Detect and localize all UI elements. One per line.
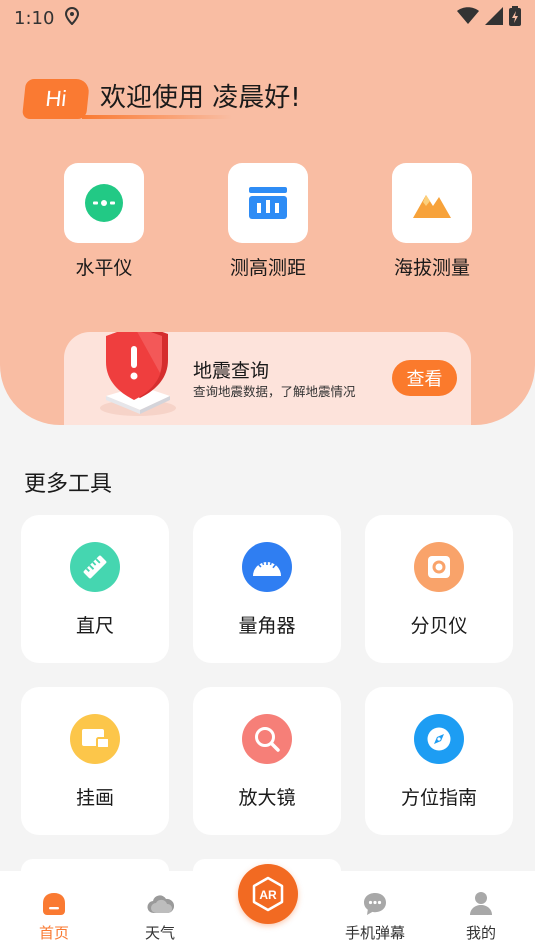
earthquake-card[interactable]: 地震查询 查询地震数据，了解地震情况 查看 — [64, 332, 471, 425]
ar-icon: AR — [252, 876, 284, 912]
ar-button[interactable]: AR — [238, 864, 298, 924]
quick-tool-label: 水平仪 — [75, 257, 133, 279]
chat-icon — [361, 890, 389, 918]
hi-badge: Hi — [21, 79, 91, 119]
nav-item-profile[interactable]: 我的 — [436, 871, 526, 943]
tool-label: 方位指南 — [400, 787, 477, 809]
tool-label: 放大镜 — [238, 787, 296, 809]
location-icon — [64, 6, 80, 30]
tool-card-partial[interactable] — [21, 859, 169, 871]
picture-icon — [70, 714, 120, 764]
quick-tool-altitude[interactable]: 海拔测量 — [372, 163, 492, 280]
decibel-icon — [414, 542, 464, 592]
tool-label: 量角器 — [238, 615, 296, 637]
quick-tool-label: 海拔测量 — [393, 257, 470, 279]
quick-tool-level[interactable]: 水平仪 — [44, 163, 164, 280]
tool-card-picture[interactable]: 挂画 — [21, 687, 169, 835]
quick-tool-height-measure[interactable]: 测高测距 — [208, 163, 328, 280]
user-icon — [467, 890, 495, 918]
nav-label: 天气 — [144, 924, 175, 942]
tool-card-compass[interactable]: 方位指南 — [365, 687, 513, 835]
ar-label: AR — [259, 888, 277, 902]
signal-icon — [485, 6, 503, 30]
tool-card-decibel[interactable]: 分贝仪 — [365, 515, 513, 663]
greeting-text: 欢迎使用 凌晨好! — [100, 83, 301, 113]
tool-label: 挂画 — [75, 787, 114, 809]
earthquake-description: 查询地震数据，了解地震情况 — [193, 384, 356, 399]
more-tools-title: 更多工具 — [24, 472, 113, 497]
wifi-icon — [457, 6, 479, 30]
magnifier-icon — [242, 714, 292, 764]
earthquake-title: 地震查询 — [193, 360, 270, 382]
tool-label: 分贝仪 — [410, 615, 468, 637]
nav-item-home[interactable]: 首页 — [9, 871, 99, 943]
tool-card-magnifier[interactable]: 放大镜 — [193, 687, 341, 835]
height-measure-icon — [228, 163, 308, 243]
view-button[interactable]: 查看 — [392, 360, 457, 396]
level-icon — [64, 163, 144, 243]
nav-label: 我的 — [465, 924, 496, 942]
nav-item-danmaku[interactable]: 手机弹幕 — [330, 871, 420, 943]
compass-icon — [414, 714, 464, 764]
nav-label: 手机弹幕 — [344, 924, 405, 942]
status-bar: 1:10 — [0, 0, 535, 36]
mountain-icon — [392, 163, 472, 243]
greeting-underline — [82, 115, 232, 119]
shield-alert-icon — [86, 332, 182, 420]
status-time: 1:10 — [14, 7, 55, 29]
nav-label: 首页 — [38, 924, 69, 942]
tool-card-protractor[interactable]: 量角器 — [193, 515, 341, 663]
ruler-icon — [70, 542, 120, 592]
protractor-icon — [242, 542, 292, 592]
nav-item-weather[interactable]: 天气 — [115, 871, 205, 943]
home-icon — [40, 890, 68, 918]
battery-icon — [509, 5, 521, 31]
tool-label: 直尺 — [75, 615, 114, 637]
tool-card-ruler[interactable]: 直尺 — [21, 515, 169, 663]
cloud-icon — [146, 890, 174, 918]
quick-tool-label: 测高测距 — [229, 257, 306, 279]
